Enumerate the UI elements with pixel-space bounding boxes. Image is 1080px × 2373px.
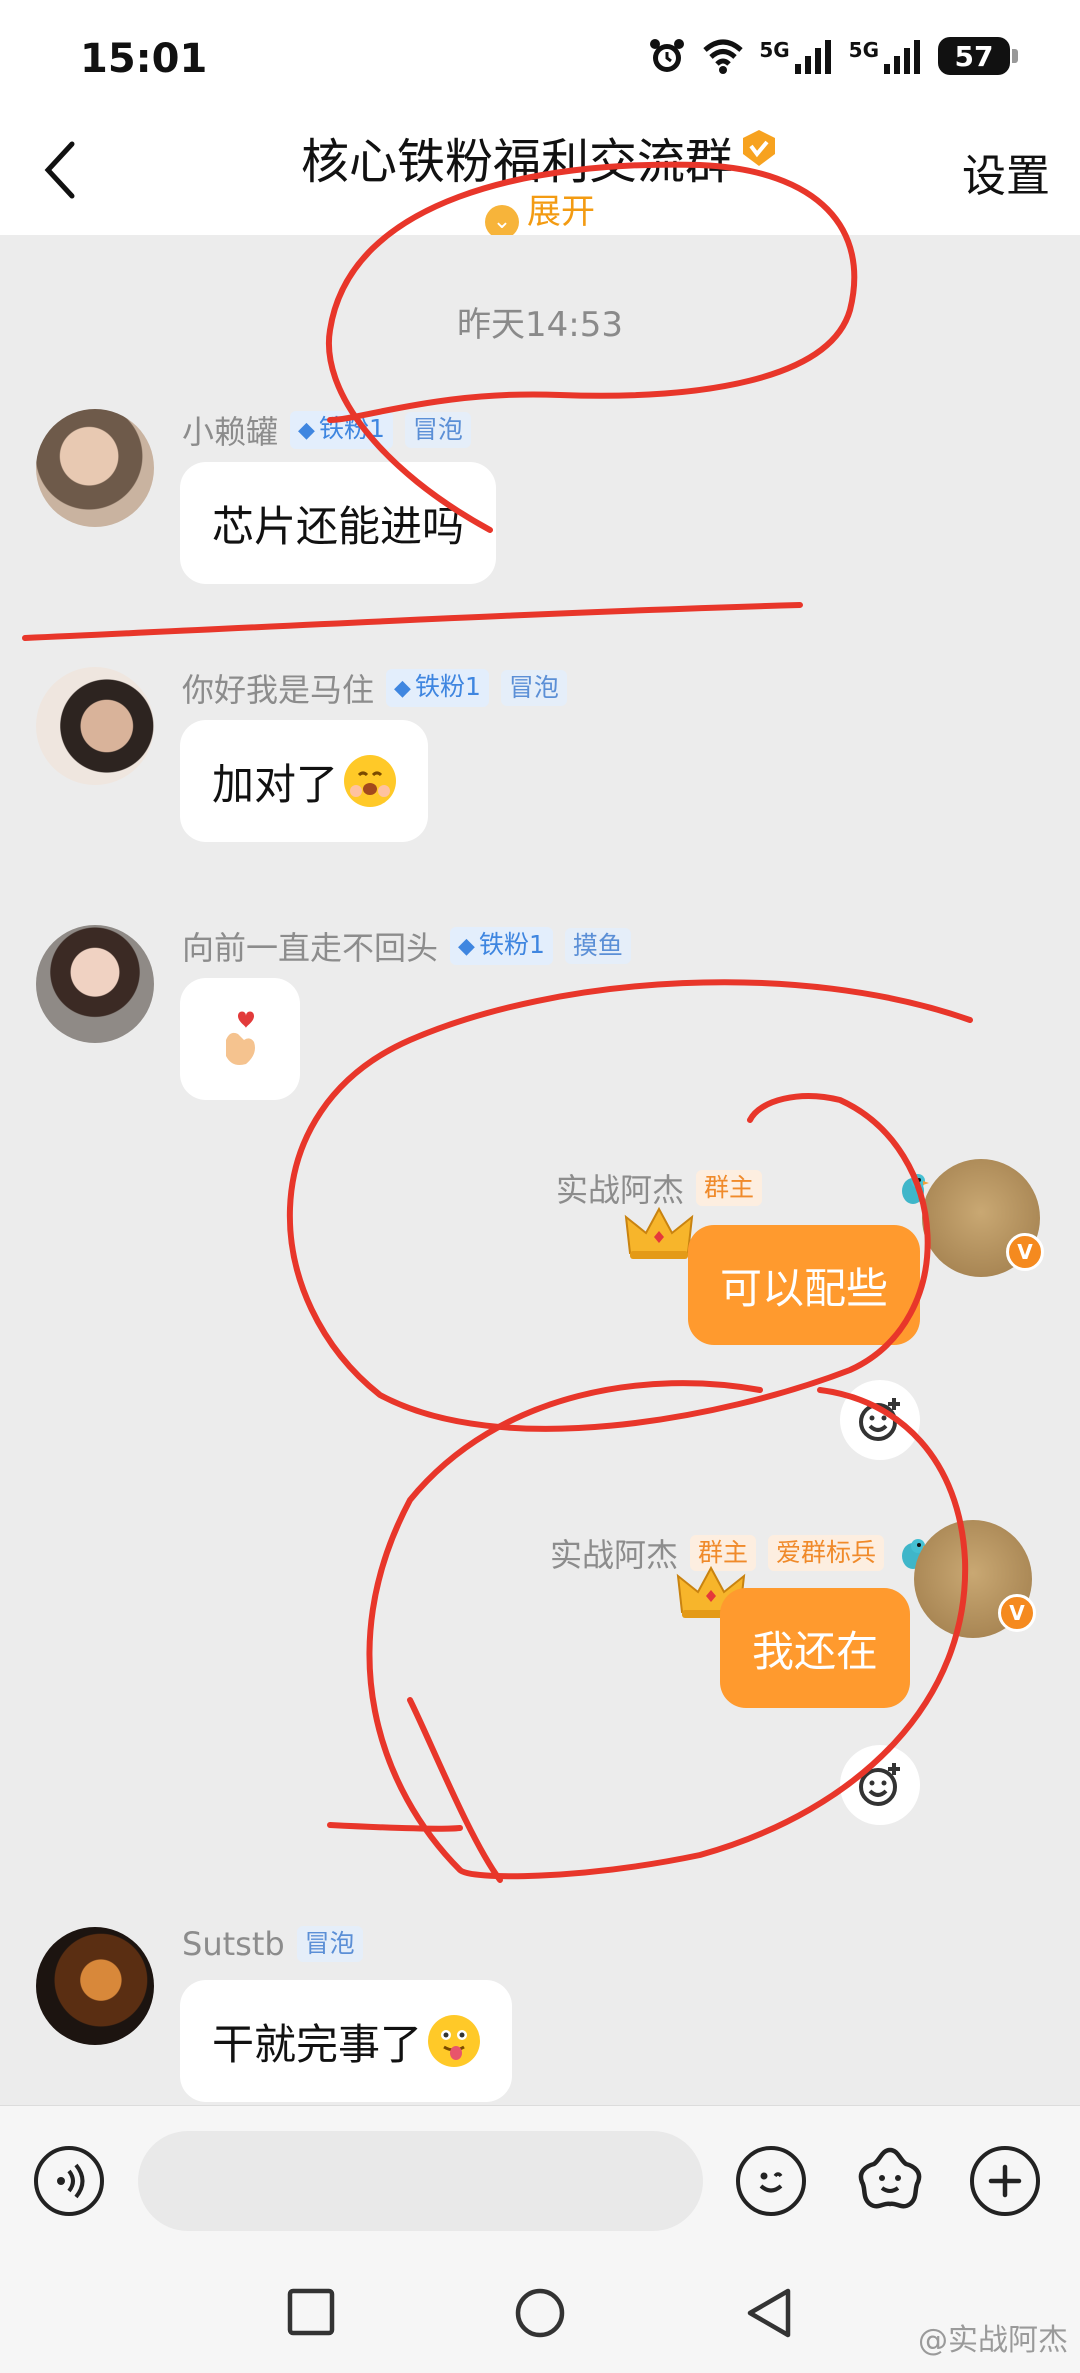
page-title: 核心铁粉福利交流群 bbox=[0, 122, 1080, 192]
sender-name[interactable]: 小赖罐 bbox=[182, 407, 278, 453]
message-text: 加对了 bbox=[212, 759, 339, 809]
sender-name[interactable]: 实战阿杰 bbox=[550, 1530, 678, 1576]
message-text: 干就完事了 bbox=[212, 2019, 423, 2069]
voice-input-button[interactable] bbox=[34, 2146, 104, 2216]
chat-area[interactable]: 昨天14:53 小赖罐 铁粉1 冒泡 芯片还能进吗 你好我是马住 铁粉1 冒泡 … bbox=[0, 235, 1080, 2105]
network-type-2: 5G bbox=[848, 38, 879, 62]
blushing-face-emoji-icon bbox=[344, 755, 397, 807]
sender-line: 小赖罐 铁粉1 冒泡 bbox=[182, 407, 471, 453]
message-timestamp: 昨天14:53 bbox=[457, 305, 623, 345]
message-text: 我还在 bbox=[751, 1626, 878, 1676]
activity-tag: 冒泡 bbox=[296, 1926, 363, 1962]
network-type-1: 5G bbox=[759, 38, 790, 62]
expand-label: 展开 bbox=[527, 192, 595, 232]
avatar[interactable] bbox=[36, 925, 154, 1043]
avatar[interactable] bbox=[36, 409, 154, 527]
smiley-icon bbox=[759, 2172, 783, 2193]
watermark: @实战阿杰 bbox=[918, 2323, 1068, 2358]
sender-name[interactable]: Sutstb bbox=[182, 1925, 285, 1963]
sender-line: 实战阿杰 群主 bbox=[556, 1165, 930, 1211]
sticker-flower-icon bbox=[858, 2147, 922, 2209]
circle-icon bbox=[515, 2288, 565, 2338]
crown-icon bbox=[624, 1206, 694, 1259]
message-bubble[interactable]: 可以配些 bbox=[687, 1225, 920, 1345]
emoji-plus-icon bbox=[859, 1398, 900, 1441]
group-name: 核心铁粉福利交流群 bbox=[300, 134, 733, 190]
expand-button[interactable]: ⌄ 展开 bbox=[0, 184, 1080, 239]
signal-bars-icon bbox=[884, 40, 920, 74]
sender-name[interactable]: 你好我是马住 bbox=[182, 665, 374, 711]
owner-tag: 群主 bbox=[695, 1170, 762, 1206]
fan-level-tag: 铁粉1 bbox=[450, 927, 553, 965]
status-bar: 15:01 5G 5G 57 bbox=[0, 0, 1080, 120]
sender-line: 你好我是马住 铁粉1 冒泡 bbox=[182, 665, 567, 711]
message-input-bar bbox=[0, 2105, 1080, 2255]
back-nav-button[interactable] bbox=[744, 2287, 794, 2343]
message-bubble[interactable]: 我还在 bbox=[719, 1588, 910, 1708]
more-plus-button[interactable] bbox=[970, 2146, 1040, 2216]
fan-level-tag: 铁粉1 bbox=[290, 411, 393, 449]
wifi-icon bbox=[703, 39, 743, 74]
system-navigation-bar: @实战阿杰 bbox=[0, 2255, 1080, 2373]
add-reaction-button[interactable] bbox=[840, 1380, 920, 1460]
signal-2: 5G bbox=[849, 38, 924, 74]
message-bubble[interactable]: 干就完事了 bbox=[180, 1980, 513, 2102]
sender-line: 向前一直走不回头 铁粉1 摸鱼 bbox=[182, 923, 631, 969]
alarm-icon bbox=[650, 39, 685, 72]
chevron-down-icon: ⌄ bbox=[485, 205, 519, 239]
sender-line: Sutstb 冒泡 bbox=[182, 1925, 363, 1963]
signal-bars-icon bbox=[794, 40, 831, 74]
message-bubble[interactable]: 加对了 bbox=[180, 720, 429, 842]
verified-badge-icon bbox=[743, 130, 775, 166]
triangle-back-icon bbox=[747, 2288, 791, 2338]
message-input[interactable] bbox=[138, 2131, 703, 2231]
chat-header: 核心铁粉福利交流群 ⌄ 展开 设置 bbox=[0, 120, 1080, 239]
message-bubble[interactable] bbox=[180, 978, 300, 1100]
activity-tag: 冒泡 bbox=[404, 412, 471, 448]
message-text: 芯片还能进吗 bbox=[212, 501, 465, 551]
avatar[interactable] bbox=[36, 667, 154, 785]
tongue-out-face-emoji-icon bbox=[428, 2015, 481, 2067]
recents-button[interactable] bbox=[286, 2287, 336, 2341]
activity-tag: 摸鱼 bbox=[564, 928, 631, 964]
emoji-plus-icon bbox=[859, 1763, 900, 1806]
add-reaction-button[interactable] bbox=[840, 1745, 920, 1825]
plus-icon bbox=[988, 2164, 1022, 2198]
sticker-button[interactable] bbox=[852, 2142, 928, 2218]
voice-wave-icon bbox=[57, 2163, 85, 2199]
verified-v-icon: V bbox=[1006, 1233, 1044, 1271]
home-button[interactable] bbox=[514, 2287, 566, 2343]
emoji-button[interactable] bbox=[736, 2146, 806, 2216]
message-text: 可以配些 bbox=[719, 1263, 888, 1313]
status-time: 15:01 bbox=[80, 36, 208, 82]
finger-heart-emoji-icon bbox=[226, 1011, 255, 1065]
battery-indicator: 57 bbox=[938, 37, 1018, 75]
settings-button[interactable]: 设置 bbox=[962, 140, 1050, 204]
square-icon bbox=[287, 2288, 335, 2336]
signal-1: 5G bbox=[759, 38, 834, 74]
avatar[interactable]: V bbox=[914, 1520, 1036, 1638]
verified-v-icon: V bbox=[998, 1594, 1036, 1632]
sender-name[interactable]: 向前一直走不回头 bbox=[182, 923, 438, 969]
status-icons: 5G 5G 57 bbox=[647, 36, 1018, 76]
honor-tag: 爱群标兵 bbox=[767, 1535, 884, 1571]
message-bubble[interactable]: 芯片还能进吗 bbox=[180, 462, 497, 584]
activity-tag: 冒泡 bbox=[500, 670, 567, 706]
fan-level-tag: 铁粉1 bbox=[386, 669, 489, 707]
avatar[interactable]: V bbox=[922, 1159, 1044, 1277]
avatar[interactable] bbox=[36, 1927, 154, 2045]
